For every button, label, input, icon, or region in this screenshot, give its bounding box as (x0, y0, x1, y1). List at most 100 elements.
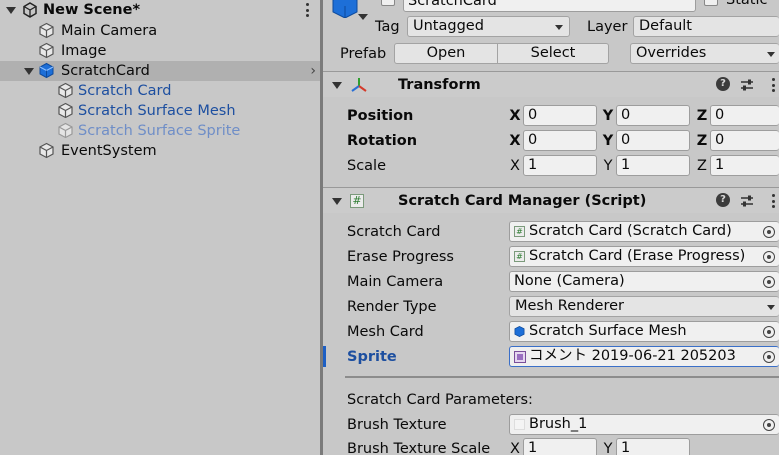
active-checkbox[interactable] (381, 0, 395, 6)
static-checkbox[interactable] (704, 0, 718, 6)
scene-row[interactable]: New Scene* (0, 0, 320, 20)
sprite-object-field[interactable]: コメント 2019-06-21 205203 (509, 346, 779, 367)
transform-axes-icon (351, 78, 367, 92)
scale-y-field[interactable]: 1 (616, 155, 690, 176)
object-value: Scratch Surface Mesh (529, 323, 687, 339)
foldout-expanded-icon[interactable] (331, 195, 343, 207)
scale-z-field[interactable]: 1 (710, 155, 779, 176)
chevron-down-icon (767, 305, 775, 310)
layer-dropdown[interactable]: Default (633, 16, 779, 37)
object-picker-icon[interactable] (763, 326, 775, 338)
icon-dropdown-arrow-icon[interactable] (358, 14, 368, 20)
hierarchy-item-scratchcard[interactable]: ScratchCard › (0, 61, 320, 81)
presets-sliders-icon[interactable] (739, 193, 755, 209)
hierarchy-item-scratch-surface-mesh[interactable]: Scratch Surface Mesh (0, 101, 320, 121)
brush-scale-x-field[interactable]: 1 (523, 438, 597, 455)
gameobject-cube-icon (39, 22, 54, 39)
scene-menu-icon[interactable] (306, 3, 310, 17)
object-picker-icon[interactable] (763, 276, 775, 288)
help-icon[interactable]: ? (716, 193, 730, 207)
mesh-card-object-field[interactable]: Scratch Surface Mesh (509, 321, 779, 342)
transform-header[interactable]: Transform ? (323, 71, 779, 97)
tag-label: Tag (375, 19, 400, 35)
brush-scale-label: Brush Texture Scale (347, 441, 491, 455)
rotation-z-field[interactable]: 0 (710, 130, 779, 151)
rotation-x-field[interactable]: 0 (523, 130, 597, 151)
component-menu-icon[interactable] (772, 78, 776, 92)
object-picker-icon[interactable] (763, 419, 775, 431)
field-value: 0 (715, 107, 725, 123)
prefab-cube-icon (39, 62, 54, 79)
prefab-select-button[interactable]: Select (498, 43, 609, 64)
hierarchy-item-eventsystem[interactable]: EventSystem (0, 141, 320, 161)
main-camera-label: Main Camera (347, 274, 444, 290)
help-icon[interactable]: ? (716, 77, 730, 91)
axis-x-label: X (509, 108, 521, 124)
chevron-down-icon (555, 25, 563, 30)
rotation-y-field[interactable]: 0 (616, 130, 690, 151)
axis-z-label: Z (696, 108, 708, 124)
brush-scale-y-field[interactable]: 1 (616, 438, 690, 455)
main-camera-object-field[interactable]: None (Camera) (509, 271, 779, 292)
unity-scene-icon (23, 2, 37, 18)
presets-sliders-icon[interactable] (739, 77, 755, 93)
script-icon: # (514, 226, 525, 237)
axis-y-label: Y (602, 108, 614, 124)
position-z-field[interactable]: 0 (710, 105, 779, 126)
hierarchy-item-label: Scratch Surface Mesh (78, 103, 236, 119)
erase-progress-object-field[interactable]: # Scratch Card (Erase Progress) (509, 246, 779, 267)
foldout-expanded-icon[interactable] (5, 4, 17, 16)
chevron-right-icon[interactable]: › (310, 63, 316, 79)
overrides-value: Overrides (636, 45, 707, 61)
object-value: Scratch Card (Erase Progress) (529, 248, 746, 264)
axis-x-label: X (509, 133, 521, 149)
chevron-down-icon (767, 52, 775, 57)
tag-dropdown[interactable]: Untagged (407, 16, 570, 37)
sprite-icon (514, 351, 526, 363)
field-value: 1 (528, 157, 538, 173)
field-value: 0 (621, 107, 631, 123)
scratch-card-object-field[interactable]: # Scratch Card (Scratch Card) (509, 221, 779, 242)
brush-texture-object-field[interactable]: Brush_1 (509, 414, 779, 435)
object-name-text: ScratchCard (408, 0, 497, 9)
axis-z-label: Z (697, 158, 707, 174)
hierarchy-item-image[interactable]: Image (0, 41, 320, 61)
foldout-expanded-icon[interactable] (23, 65, 35, 77)
hierarchy-item-label: Image (61, 43, 107, 59)
scale-x-field[interactable]: 1 (523, 155, 597, 176)
gameobject-cube-icon (58, 102, 73, 119)
hierarchy-item-label: EventSystem (61, 143, 157, 159)
object-picker-icon[interactable] (763, 251, 775, 263)
erase-progress-label: Erase Progress (347, 249, 454, 265)
hierarchy-item-main-camera[interactable]: Main Camera (0, 21, 320, 41)
prefab-cube-icon (332, 0, 358, 18)
object-picker-icon[interactable] (763, 351, 775, 363)
position-x-field[interactable]: 0 (523, 105, 597, 126)
component-menu-icon[interactable] (772, 194, 776, 208)
position-label: Position (347, 108, 414, 124)
axis-y-label: Y (603, 158, 613, 174)
prefab-open-button[interactable]: Open (394, 43, 498, 64)
axis-y-label: Y (602, 133, 614, 149)
hierarchy-item-label: Scratch Surface Sprite (78, 123, 241, 139)
script-title: Scratch Card Manager (Script) (398, 193, 647, 209)
prefab-overrides-dropdown[interactable]: Overrides (630, 43, 779, 64)
hierarchy-item-scratch-card[interactable]: Scratch Card (0, 81, 320, 101)
object-name-field[interactable]: ScratchCard (403, 0, 696, 12)
object-picker-icon[interactable] (763, 226, 775, 238)
brush-texture-label: Brush Texture (347, 417, 447, 433)
layer-label: Layer (587, 19, 628, 35)
position-y-field[interactable]: 0 (616, 105, 690, 126)
render-type-dropdown[interactable]: Mesh Renderer (509, 296, 779, 317)
mesh-card-label: Mesh Card (347, 324, 424, 340)
static-label: Static (726, 0, 768, 8)
axis-x-label: X (510, 158, 520, 174)
object-value: Scratch Card (Scratch Card) (529, 223, 732, 239)
layer-value: Default (639, 18, 692, 34)
hierarchy-item-scratch-surface-sprite[interactable]: Scratch Surface Sprite (0, 121, 320, 141)
script-component-header[interactable]: # Scratch Card Manager (Script) ? (323, 187, 779, 213)
object-value: Brush_1 (529, 416, 588, 432)
object-value: コメント 2019-06-21 205203 (529, 348, 736, 364)
foldout-expanded-icon[interactable] (331, 79, 343, 91)
scene-name: New Scene* (43, 2, 141, 18)
